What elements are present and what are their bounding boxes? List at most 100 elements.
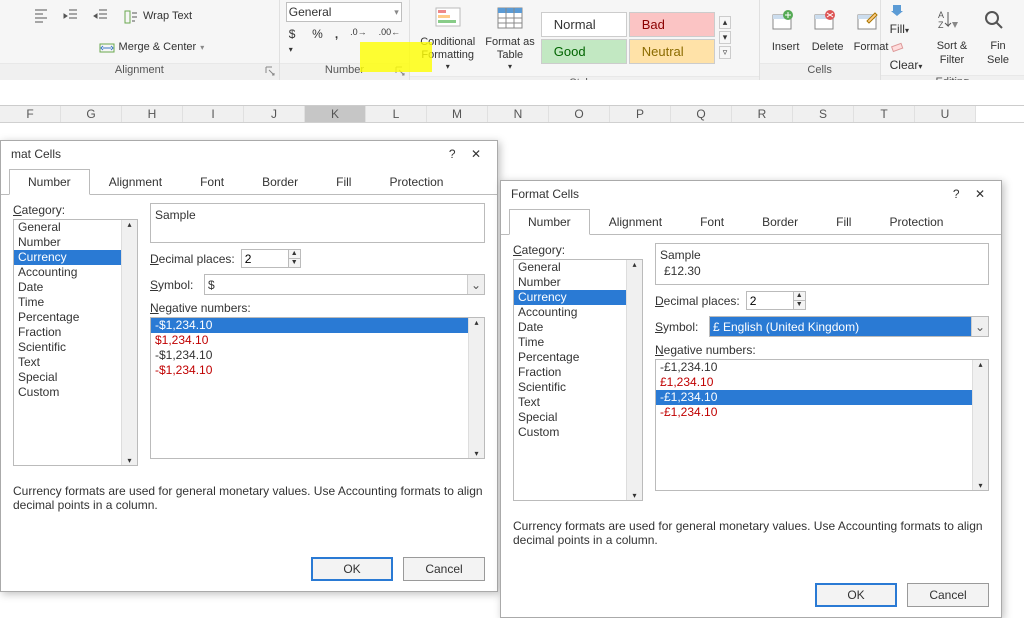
insert-cells-btn[interactable]: Insert <box>766 7 806 56</box>
column-header[interactable]: J <box>244 106 305 122</box>
column-header[interactable]: P <box>610 106 671 122</box>
column-header[interactable]: O <box>549 106 610 122</box>
list-item[interactable]: Fraction <box>14 325 137 340</box>
cancel-button[interactable]: Cancel <box>403 557 485 581</box>
column-header[interactable]: M <box>427 106 488 122</box>
close-button[interactable]: ✕ <box>969 187 991 201</box>
list-item[interactable]: $1,234.10 <box>151 333 484 348</box>
list-item[interactable]: Custom <box>514 425 642 440</box>
tab-number[interactable]: Number <box>509 209 590 235</box>
comma-btn[interactable]: , <box>332 26 341 56</box>
column-header[interactable]: Q <box>671 106 732 122</box>
indent-increase-btn[interactable] <box>90 7 112 28</box>
list-item[interactable]: Percentage <box>514 350 642 365</box>
style-bad[interactable]: Bad <box>629 12 715 37</box>
column-header[interactable]: F <box>0 106 61 122</box>
symbol-dropdown[interactable]: £ English (United Kingdom) ⌄ <box>709 316 989 337</box>
spin-down-icon[interactable]: ▼ <box>289 259 300 267</box>
help-button[interactable]: ? <box>443 147 462 161</box>
spin-up-icon[interactable]: ▲ <box>794 292 805 301</box>
list-item[interactable]: -$1,234.10 <box>151 318 484 333</box>
list-item[interactable]: -£1,234.10 <box>656 360 988 375</box>
list-item[interactable]: Time <box>14 295 137 310</box>
tab-font[interactable]: Font <box>181 169 243 195</box>
column-header[interactable]: G <box>61 106 122 122</box>
ok-button[interactable]: OK <box>311 557 393 581</box>
symbol-dropdown[interactable]: $ ⌄ <box>204 274 485 295</box>
scrollbar[interactable]: ▴▾ <box>468 318 484 458</box>
wrap-text-btn[interactable]: Wrap Text <box>120 8 195 26</box>
ok-button[interactable]: OK <box>815 583 897 607</box>
merge-center-btn[interactable]: Merge & Center ▾ <box>30 39 273 57</box>
tab-border[interactable]: Border <box>743 209 817 235</box>
decimal-places-input[interactable] <box>747 292 793 309</box>
list-item[interactable]: Accounting <box>514 305 642 320</box>
category-listbox[interactable]: GeneralNumberCurrencyAccountingDateTimeP… <box>513 259 643 501</box>
list-item[interactable]: Text <box>514 395 642 410</box>
scrollbar[interactable]: ▴▾ <box>972 360 988 490</box>
decimal-places-input[interactable] <box>242 250 288 267</box>
list-item[interactable]: Date <box>14 280 137 295</box>
close-button[interactable]: ✕ <box>465 147 487 161</box>
cancel-button[interactable]: Cancel <box>907 583 989 607</box>
scrollbar[interactable]: ▴▾ <box>121 220 137 465</box>
spin-up-icon[interactable]: ▲ <box>289 250 300 259</box>
list-item[interactable]: -£1,234.10 <box>656 390 988 405</box>
alignment-launcher-icon[interactable] <box>265 66 277 78</box>
sort-filter-btn[interactable]: AZ Sort & Filter <box>932 6 972 68</box>
column-header[interactable]: L <box>366 106 427 122</box>
list-item[interactable]: Number <box>514 275 642 290</box>
clear-btn[interactable]: Clear▾ <box>887 38 926 73</box>
tab-protection[interactable]: Protection <box>370 169 462 195</box>
column-header[interactable]: K <box>305 106 366 122</box>
list-item[interactable]: Time <box>514 335 642 350</box>
list-item[interactable]: -£1,234.10 <box>656 405 988 420</box>
delete-cells-btn[interactable]: Delete <box>808 7 848 56</box>
list-item[interactable]: Fraction <box>514 365 642 380</box>
tab-fill[interactable]: Fill <box>317 169 370 195</box>
style-neutral[interactable]: Neutral <box>629 39 715 64</box>
list-item[interactable]: Scientific <box>514 380 642 395</box>
tab-fill[interactable]: Fill <box>817 209 870 235</box>
style-good[interactable]: Good <box>541 39 627 64</box>
format-as-table-btn[interactable]: Format as Table▾ <box>481 2 539 74</box>
tab-protection[interactable]: Protection <box>870 209 962 235</box>
decimal-places-spinner[interactable]: ▲▼ <box>746 291 806 310</box>
tab-alignment[interactable]: Alignment <box>90 169 181 195</box>
styles-scroll-down-icon[interactable]: ▾ <box>719 31 732 44</box>
indent-decrease-btn[interactable] <box>60 7 82 28</box>
help-button[interactable]: ? <box>947 187 966 201</box>
decimal-places-spinner[interactable]: ▲▼ <box>241 249 301 268</box>
tab-alignment[interactable]: Alignment <box>590 209 681 235</box>
styles-gallery-expand-icon[interactable]: ▿ <box>719 46 732 59</box>
list-item[interactable]: General <box>14 220 137 235</box>
find-select-btn[interactable]: Fin Sele <box>978 6 1018 68</box>
tab-font[interactable]: Font <box>681 209 743 235</box>
list-item[interactable]: Accounting <box>14 265 137 280</box>
negative-numbers-listbox[interactable]: -£1,234.10£1,234.10-£1,234.10-£1,234.10▴… <box>655 359 989 491</box>
list-item[interactable]: Scientific <box>14 340 137 355</box>
list-item[interactable]: Special <box>514 410 642 425</box>
list-item[interactable]: -$1,234.10 <box>151 363 484 378</box>
scrollbar[interactable]: ▴▾ <box>626 260 642 500</box>
list-item[interactable]: Custom <box>14 385 137 400</box>
tab-number[interactable]: Number <box>9 169 90 195</box>
column-header[interactable]: N <box>488 106 549 122</box>
negative-numbers-listbox[interactable]: -$1,234.10$1,234.10-$1,234.10-$1,234.10▴… <box>150 317 485 459</box>
column-header[interactable]: H <box>122 106 183 122</box>
percent-btn[interactable]: % <box>309 26 326 56</box>
list-item[interactable]: -$1,234.10 <box>151 348 484 363</box>
align-left-btn[interactable] <box>30 7 52 28</box>
column-header[interactable]: S <box>793 106 854 122</box>
list-item[interactable]: Date <box>514 320 642 335</box>
category-listbox[interactable]: GeneralNumberCurrencyAccountingDateTimeP… <box>13 219 138 466</box>
styles-scroll-up-icon[interactable]: ▴ <box>719 16 732 29</box>
list-item[interactable]: Currency <box>514 290 642 305</box>
spin-down-icon[interactable]: ▼ <box>794 301 805 309</box>
accounting-format-btn[interactable]: $ ▾ <box>286 26 303 56</box>
list-item[interactable]: Percentage <box>14 310 137 325</box>
list-item[interactable]: Currency <box>14 250 137 265</box>
column-header[interactable]: I <box>183 106 244 122</box>
number-format-combo[interactable]: General ▾ <box>286 2 402 22</box>
style-normal[interactable]: Normal <box>541 12 627 37</box>
